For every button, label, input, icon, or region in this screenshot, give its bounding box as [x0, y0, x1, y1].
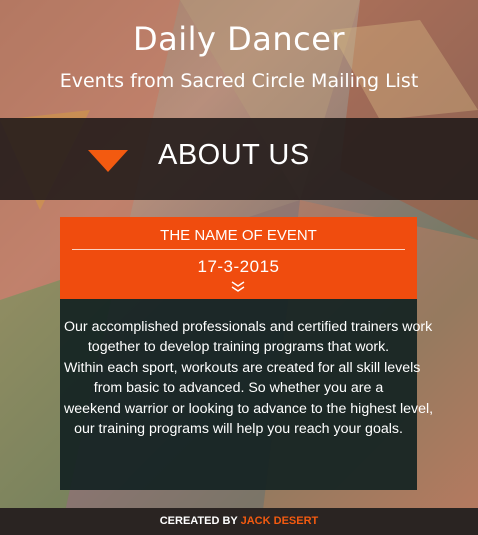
description-line: from basic to advanced. So whether you a…: [93, 380, 384, 397]
event-card: THE NAME OF EVENT 17-3-2015 Our accompli…: [60, 217, 434, 490]
triangle-down-icon[interactable]: [88, 150, 128, 172]
event-description: Our accomplished professionals and certi…: [64, 317, 434, 439]
description-line: Our accomplished professionals and certi…: [64, 319, 433, 335]
footer: CEREATED BY JACK DESERT: [0, 508, 478, 535]
description-line: Within each sport, workouts are created …: [64, 359, 421, 376]
event-date: 17-3-2015: [197, 257, 280, 276]
event-name[interactable]: THE NAME OF EVENT: [60, 227, 417, 244]
site-title: Daily Dancer: [132, 20, 346, 58]
description-line: together to develop training programs th…: [87, 339, 390, 356]
event-body: Our accomplished professionals and certi…: [60, 299, 434, 490]
footer-prefix: CEREATED BY: [159, 515, 238, 527]
footer-author-link[interactable]: JACK DESERT: [241, 515, 319, 527]
site-header: Daily Dancer Events from Sacred Circle M…: [0, 0, 478, 118]
event-divider: [72, 249, 405, 250]
site-subtitle: Events from Sacred Circle Mailing List: [59, 70, 419, 92]
about-title[interactable]: ABOUT US: [158, 139, 310, 172]
description-line: weekend warrior or looking to advance to…: [64, 400, 434, 417]
description-line: our training programs will help you reac…: [74, 421, 403, 438]
event-header[interactable]: THE NAME OF EVENT 17-3-2015: [60, 217, 417, 299]
double-chevron-down-icon[interactable]: [227, 280, 249, 294]
